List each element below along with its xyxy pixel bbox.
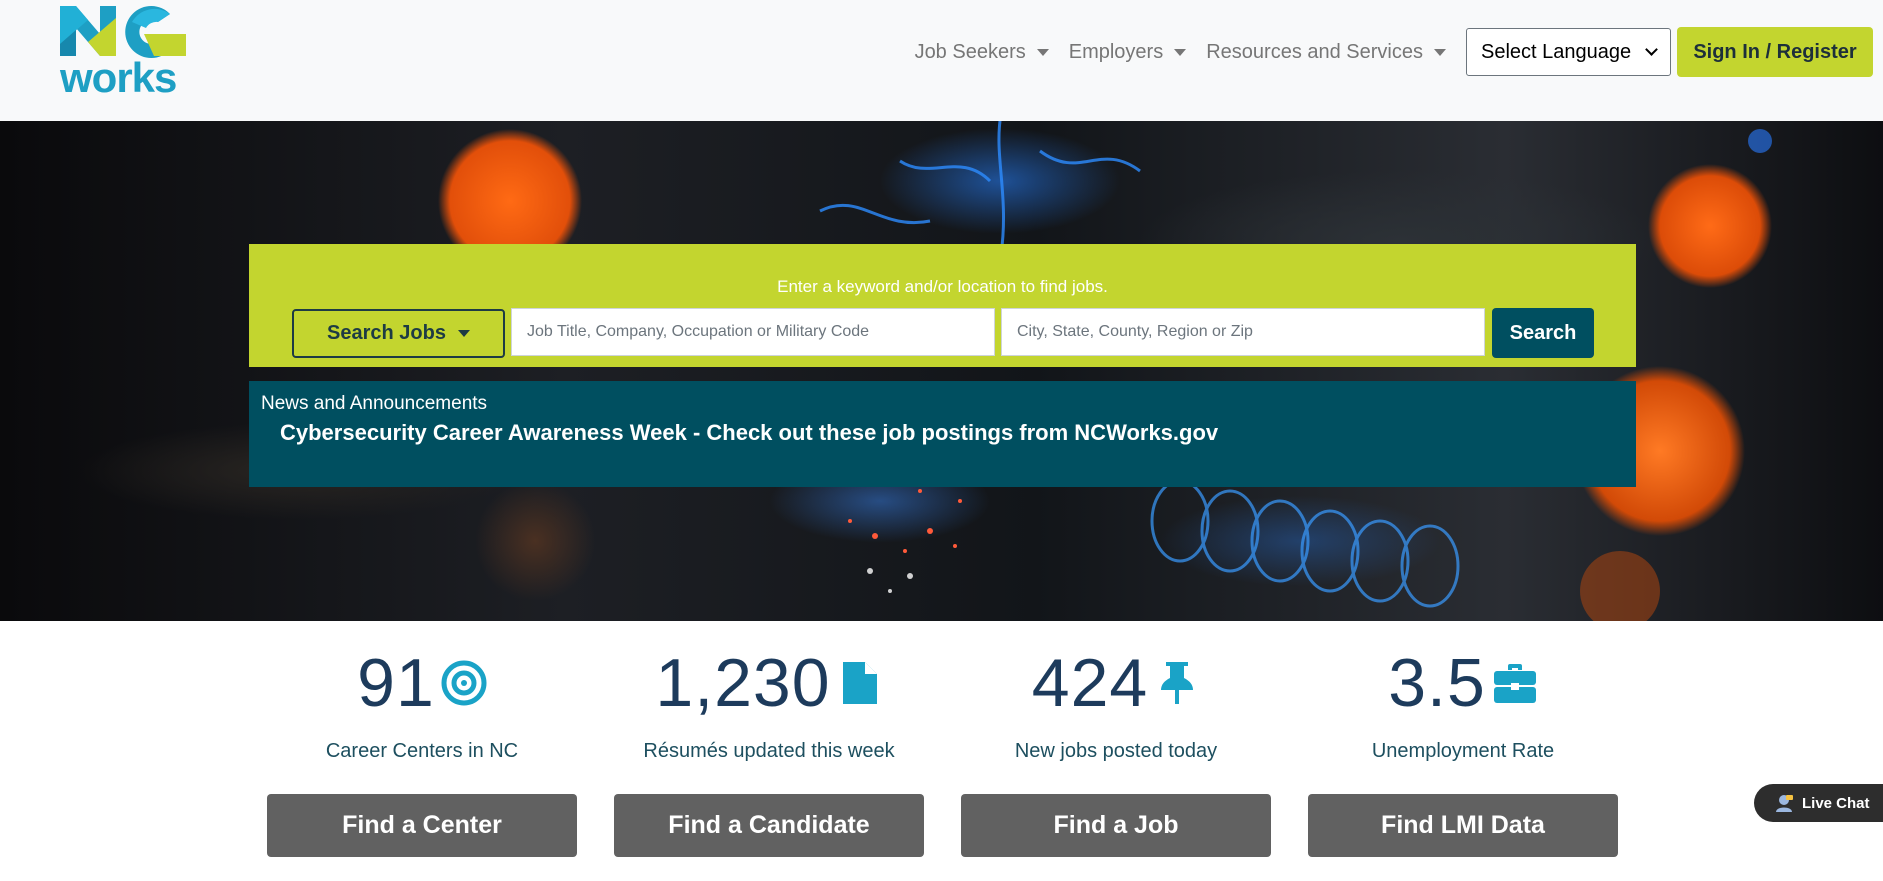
keyword-placeholder: Job Title, Company, Occupation or Milita… (527, 323, 870, 340)
main-nav: Job Seekers Employers Resources and Serv… (915, 27, 1873, 77)
chevron-down-icon (1645, 43, 1658, 56)
stat-value: 424 (1031, 645, 1149, 721)
stat-value: 91 (357, 645, 435, 721)
find-a-candidate-button[interactable]: Find a Candidate (614, 794, 924, 857)
sign-in-register-button[interactable]: Sign In / Register (1677, 27, 1873, 77)
logo-text-works: works (60, 54, 177, 101)
find-a-center-button[interactable]: Find a Center (267, 794, 577, 857)
find-a-job-button[interactable]: Find a Job (961, 794, 1271, 857)
stats-section: 91 Career Centers in NC Find a Center 1,… (0, 621, 1883, 881)
stat-label: Unemployment Rate (1371, 740, 1555, 762)
news-announcements-panel: News and Announcements Cybersecurity Car… (249, 381, 1636, 487)
news-item-link[interactable]: Cybersecurity Career Awareness Week - Ch… (280, 420, 1218, 446)
briefcase-icon (1493, 664, 1536, 703)
nav-job-seekers[interactable]: Job Seekers (915, 41, 1049, 64)
search-hint: Enter a keyword and/or location to find … (777, 277, 1108, 296)
stat-value: 1,230 (655, 645, 831, 721)
keyword-search-input[interactable]: Job Title, Company, Occupation or Milita… (511, 308, 995, 356)
site-header: NC works Job Seekers Employers Resources… (0, 0, 1883, 121)
nav-employers-label: Employers (1068, 40, 1164, 63)
file-icon (842, 662, 877, 704)
target-icon (441, 660, 487, 706)
stat-label: New jobs posted today (1014, 740, 1218, 762)
nav-resources-and-services[interactable]: Resources and Services (1206, 41, 1446, 64)
live-chat-button[interactable]: Live Chat (1754, 784, 1883, 822)
search-type-dropdown[interactable]: Search Jobs (292, 309, 505, 358)
caret-down-icon (1036, 48, 1049, 56)
search-button[interactable]: Search (1492, 308, 1594, 358)
news-heading: News and Announcements (261, 393, 488, 414)
caret-down-icon (1434, 48, 1446, 56)
stat-label: Résumés updated this week (643, 740, 895, 762)
nav-job-seekers-label: Job Seekers (914, 40, 1026, 63)
stat-value: 3.5 (1388, 645, 1486, 721)
pushpin-icon (1161, 662, 1194, 704)
nav-employers[interactable]: Employers (1068, 40, 1187, 64)
language-select[interactable]: Select Language (1466, 28, 1671, 76)
find-lmi-data-button[interactable]: Find LMI Data (1308, 794, 1618, 857)
location-placeholder: City, State, County, Region or Zip (1017, 323, 1253, 340)
job-search-panel: Enter a keyword and/or location to find … (249, 244, 1636, 367)
stat-label: Career Centers in NC (325, 740, 519, 762)
hero-background-image (726, 121, 1772, 621)
chat-agent-icon (1776, 795, 1793, 812)
caret-down-icon (1174, 48, 1187, 56)
search-type-label: Search Jobs (327, 322, 446, 344)
location-search-input[interactable]: City, State, County, Region or Zip (1001, 308, 1485, 356)
language-select-value: Select Language (1481, 40, 1632, 63)
nav-resources-label: Resources and Services (1206, 40, 1423, 63)
hero-banner: Enter a keyword and/or location to find … (0, 121, 1883, 621)
live-chat-label: Live Chat (1802, 794, 1870, 812)
caret-down-icon (457, 330, 470, 337)
